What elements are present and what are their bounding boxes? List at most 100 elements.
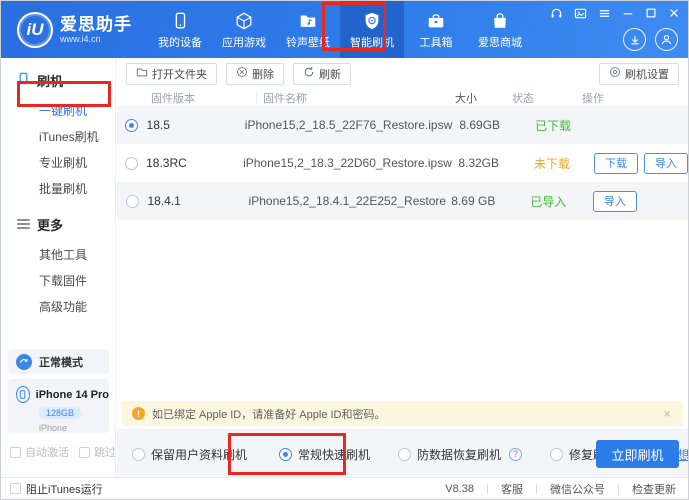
customer-service-link[interactable]: 客服 xyxy=(501,481,523,497)
nav-label: 工具箱 xyxy=(419,37,453,49)
nav-smart-flash[interactable]: 智能刷机 xyxy=(340,1,404,58)
checkbox-icon xyxy=(10,483,21,494)
nav-toolbox[interactable]: 工具箱 xyxy=(404,1,468,58)
app-header: iU 爱思助手 www.i4.cn 我的设备 应用游戏 铃声壁纸 智能刷机 工具… xyxy=(1,1,688,58)
table-header: 固件版本 固件名称 大小 状态 操作 xyxy=(117,89,688,106)
button-label: 刷机设置 xyxy=(625,68,669,81)
firmware-name: iPhone15,2_18.3_22D60_Restore.ipsw xyxy=(243,156,452,170)
flash-settings-button[interactable]: 刷机设置 xyxy=(599,62,679,85)
theme-skin-icon[interactable] xyxy=(574,7,587,20)
option-radio xyxy=(550,447,564,461)
maximize-icon[interactable] xyxy=(645,7,657,19)
check-update-link[interactable]: 检查更新 xyxy=(632,481,676,497)
header-controls xyxy=(551,5,680,51)
status-badge: 已下载 xyxy=(535,118,572,133)
sidebar-item-one-key-flash[interactable]: 一键刷机 xyxy=(1,98,115,124)
menu-icon[interactable] xyxy=(598,7,611,20)
logo-badge-icon: iU xyxy=(17,11,53,48)
firmware-name: iPhone15,2_18.5_22F76_Restore.ipsw xyxy=(244,118,453,132)
option-keep-user-data[interactable]: 保留用户资料刷机 xyxy=(132,446,247,463)
firmware-row-18-5[interactable]: 18.5 iPhone15,2_18.5_22F76_Restore.ipsw … xyxy=(117,106,688,144)
music-folder-icon xyxy=(298,9,318,31)
sidebar-item-itunes-flash[interactable]: iTunes刷机 xyxy=(1,124,115,150)
sidebar-item-batch-flash[interactable]: 批量刷机 xyxy=(1,176,115,202)
flash-mode-options: 保留用户资料刷机 常规快速刷机 防数据恢复刷机 ? 修复刷机 ? i 只想抹除数… xyxy=(117,429,688,479)
firmware-version: 18.4.1 xyxy=(147,194,181,208)
checkbox-icon xyxy=(10,446,21,458)
import-action-button[interactable]: 导入 xyxy=(593,190,638,212)
sidebar-section-flash: 刷机 xyxy=(1,70,115,90)
firmware-toolbar: 打开文件夹 删除 刷新 刷机设置 xyxy=(117,58,688,89)
nav-ringtones-wallpapers[interactable]: 铃声壁纸 xyxy=(276,1,340,58)
option-label: 保留用户资料刷机 xyxy=(151,447,248,462)
nav-my-device[interactable]: 我的设备 xyxy=(148,1,212,58)
mode-gauge-icon xyxy=(16,353,32,370)
folder-icon xyxy=(136,66,148,81)
open-folder-button[interactable]: 打开文件夹 xyxy=(126,62,217,85)
minimize-icon[interactable] xyxy=(622,7,634,19)
app-window: iU 爱思助手 www.i4.cn 我的设备 应用游戏 铃声壁纸 智能刷机 工具… xyxy=(0,0,689,500)
block-itunes-checkbox[interactable]: 阻止iTunes运行 xyxy=(10,481,103,497)
nav-label: 我的设备 xyxy=(158,37,202,49)
divider xyxy=(536,483,537,494)
warning-icon: ! xyxy=(132,407,145,420)
sidebar-item-download-firmware[interactable]: 下载固件 xyxy=(1,268,115,294)
more-menu-icon xyxy=(17,217,30,231)
button-label: 刷新 xyxy=(319,68,341,81)
sidebar-item-other-tools[interactable]: 其他工具 xyxy=(1,242,115,268)
sidebar-item-pro-flash[interactable]: 专业刷机 xyxy=(1,150,115,176)
download-action-button[interactable]: 下载 xyxy=(594,152,638,174)
cube-icon xyxy=(234,9,254,31)
version-label: V8.38 xyxy=(445,482,474,495)
user-account-icon[interactable] xyxy=(655,28,678,51)
notice-text: 如已绑定 Apple ID，请准备好 Apple ID和密码。 xyxy=(152,408,386,421)
section-title: 更多 xyxy=(37,217,64,233)
nav-label: 爱思商城 xyxy=(478,37,522,49)
option-anti-data-recovery[interactable]: 防数据恢复刷机 ? xyxy=(398,446,523,463)
firmware-row-18-4-1[interactable]: 18.4.1 iPhone15,2_18.4.1_22E252_Restore … xyxy=(117,182,688,220)
sidebar-item-advanced[interactable]: 高级功能 xyxy=(1,294,115,320)
sidebar-section-more: 更多 xyxy=(1,214,115,234)
button-label: 删除 xyxy=(252,68,274,81)
nav-apps-games[interactable]: 应用游戏 xyxy=(212,1,276,58)
sidebar: 刷机 一键刷机 iTunes刷机 专业刷机 批量刷机 更多 其他工具 下载固件 … xyxy=(1,58,138,477)
download-manager-icon[interactable] xyxy=(623,28,646,51)
delete-button[interactable]: 删除 xyxy=(226,62,284,85)
row-radio[interactable] xyxy=(125,194,139,208)
nav-store[interactable]: 爱思商城 xyxy=(468,1,532,58)
firmware-version: 18.5 xyxy=(146,118,170,132)
flash-now-button[interactable]: 立即刷机 xyxy=(596,440,679,468)
col-size: 大小 xyxy=(455,92,477,105)
firmware-size: 8.69 GB xyxy=(451,194,496,208)
device-mode-label: 正常模式 xyxy=(39,356,83,369)
refresh-button[interactable]: 刷新 xyxy=(293,62,351,85)
checkbox-label: 阻止iTunes运行 xyxy=(26,483,103,496)
help-icon[interactable]: ? xyxy=(509,447,523,461)
device-info-card: iPhone 14 Pro 128GB iPhone xyxy=(8,379,109,433)
status-bar: 阻止iTunes运行 V8.38 客服 微信公众号 检查更新 xyxy=(1,477,688,499)
status-badge: 未下载 xyxy=(534,156,571,171)
notice-close-icon[interactable]: × xyxy=(661,406,673,421)
close-icon[interactable] xyxy=(668,7,680,19)
device-name: iPhone 14 Pro xyxy=(35,388,109,401)
delete-circle-x-icon xyxy=(236,66,248,81)
wechat-account-link[interactable]: 微信公众号 xyxy=(550,481,605,497)
refresh-icon xyxy=(303,66,315,81)
option-label: 防数据恢复刷机 xyxy=(417,447,502,462)
apple-id-notice: ! 如已绑定 Apple ID，请准备好 Apple ID和密码。 × xyxy=(122,401,683,426)
device-mode-card: 正常模式 xyxy=(8,349,109,374)
option-radio xyxy=(132,447,145,461)
option-label: 常规快速刷机 xyxy=(298,447,371,462)
auto-activate-checkbox[interactable]: 自动激活 xyxy=(10,444,69,460)
import-action-button[interactable]: 导入 xyxy=(644,152,688,174)
divider xyxy=(487,483,488,494)
support-headset-icon[interactable] xyxy=(550,7,563,20)
firmware-row-18-3rc[interactable]: 18.3RC iPhone15,2_18.3_22D60_Restore.ips… xyxy=(117,144,688,182)
row-radio[interactable] xyxy=(125,118,139,132)
col-action: 操作 xyxy=(582,92,604,105)
checkbox-icon xyxy=(79,446,90,458)
row-radio[interactable] xyxy=(125,156,139,170)
nav-label: 应用游戏 xyxy=(222,37,266,49)
option-normal-fast-flash[interactable]: 常规快速刷机 xyxy=(279,446,370,463)
app-logo[interactable]: iU 爱思助手 www.i4.cn xyxy=(1,11,146,48)
